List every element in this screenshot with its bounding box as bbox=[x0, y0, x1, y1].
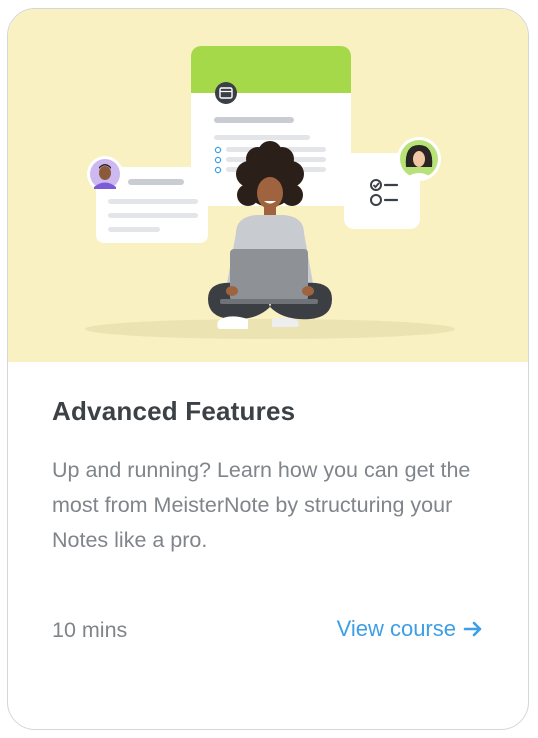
course-illustration bbox=[8, 9, 528, 362]
avatar-man bbox=[87, 156, 123, 192]
arrow-right-icon bbox=[462, 618, 484, 640]
course-title: Advanced Features bbox=[52, 396, 296, 426]
view-course-link[interactable]: View course bbox=[337, 616, 484, 642]
course-duration: 10 mins bbox=[52, 618, 128, 642]
course-description: Up and running? Learn how you can get th… bbox=[52, 458, 471, 552]
course-card[interactable]: Advanced Features Up and running? Learn … bbox=[7, 8, 529, 730]
calendar-icon bbox=[215, 82, 237, 104]
view-course-label: View course bbox=[336, 616, 456, 641]
avatar-woman bbox=[397, 137, 441, 181]
